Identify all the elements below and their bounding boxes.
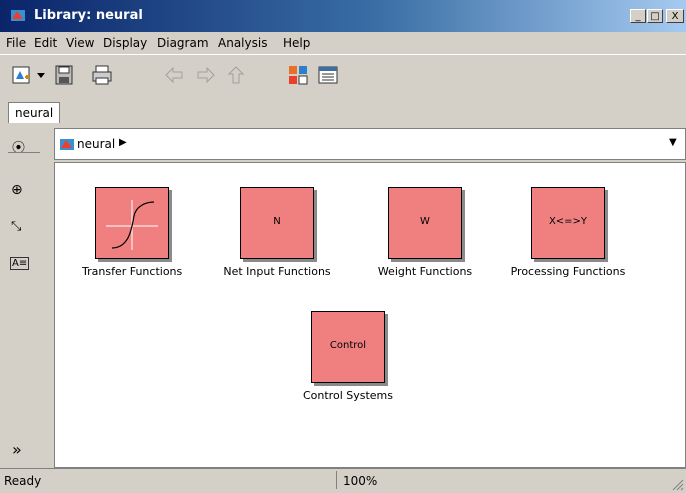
- expand-icon[interactable]: »: [12, 440, 22, 459]
- save-icon[interactable]: [52, 63, 76, 87]
- simulink-app-icon: [11, 10, 25, 21]
- window-title: Library: neural: [34, 8, 143, 23]
- transfer-functions-label: Transfer Functions: [82, 265, 183, 278]
- zoom-level: 100%: [336, 471, 682, 489]
- menu-view[interactable]: View: [66, 36, 94, 50]
- library-canvas: Transfer Functions N Net Input Functions…: [54, 162, 686, 468]
- fit-view-icon[interactable]: ⤡: [11, 219, 21, 234]
- back-icon: [165, 66, 183, 84]
- sigmoid-icon: [106, 200, 158, 250]
- library-browser-icon[interactable]: [286, 63, 310, 87]
- library-icon: [60, 139, 74, 150]
- transfer-functions-block[interactable]: [95, 187, 169, 259]
- menu-display[interactable]: Display: [103, 36, 147, 50]
- maximize-button[interactable]: □: [647, 9, 663, 23]
- annotation-icon[interactable]: A≡: [10, 257, 30, 270]
- navigate-icon[interactable]: ⦿: [12, 137, 25, 156]
- dropdown-arrow-icon[interactable]: [35, 63, 47, 87]
- minimize-button[interactable]: _: [630, 9, 646, 23]
- menu-analysis[interactable]: Analysis: [218, 36, 267, 50]
- menu-diagram[interactable]: Diagram: [157, 36, 209, 50]
- breadcrumb-neural[interactable]: neural: [77, 137, 115, 151]
- title-bar: Library: neural _ □ X: [0, 0, 686, 32]
- up-icon: [227, 66, 245, 84]
- processing-functions-block[interactable]: X<=>Y: [531, 187, 605, 259]
- zoom-icon[interactable]: ⊕: [11, 182, 23, 198]
- print-icon[interactable]: [90, 63, 114, 87]
- address-bar[interactable]: neural ▶ ▼: [54, 128, 686, 160]
- menu-file[interactable]: File: [6, 36, 26, 50]
- control-systems-block[interactable]: Control: [311, 311, 385, 383]
- close-button[interactable]: X: [666, 9, 684, 23]
- status-text: Ready: [4, 474, 42, 488]
- control-systems-label: Control Systems: [302, 389, 393, 402]
- model-explorer-icon[interactable]: [316, 63, 340, 87]
- menu-edit[interactable]: Edit: [34, 36, 57, 50]
- control-block-text: Control: [329, 340, 367, 351]
- menu-bar: File Edit View Display Diagram Analysis …: [0, 32, 686, 54]
- forward-icon: [197, 66, 215, 84]
- weight-functions-block[interactable]: W: [388, 187, 462, 259]
- processing-functions-label: Processing Functions: [510, 265, 626, 278]
- new-library-icon[interactable]: [10, 63, 34, 87]
- tab-neural[interactable]: neural: [8, 102, 61, 123]
- tab-row: neural: [0, 97, 686, 123]
- net-input-functions-label: Net Input Functions: [223, 265, 331, 278]
- net-input-functions-block[interactable]: N: [240, 187, 314, 259]
- weight-block-text: W: [420, 216, 430, 227]
- resize-grip-icon[interactable]: [670, 477, 684, 491]
- menu-help[interactable]: Help: [283, 36, 310, 50]
- status-bar: Ready 100%: [0, 468, 686, 493]
- net-input-block-text: N: [273, 216, 281, 227]
- weight-functions-label: Weight Functions: [377, 265, 473, 278]
- divider: [8, 152, 40, 153]
- processing-block-text: X<=>Y: [548, 216, 588, 227]
- toolbar: [0, 54, 686, 97]
- address-dropdown-icon[interactable]: ▼: [669, 137, 677, 148]
- breadcrumb-separator-icon[interactable]: ▶: [119, 137, 127, 148]
- left-tool-strip: ⦿ ⊕ ⤡ A≡ » 🔓: [0, 124, 77, 468]
